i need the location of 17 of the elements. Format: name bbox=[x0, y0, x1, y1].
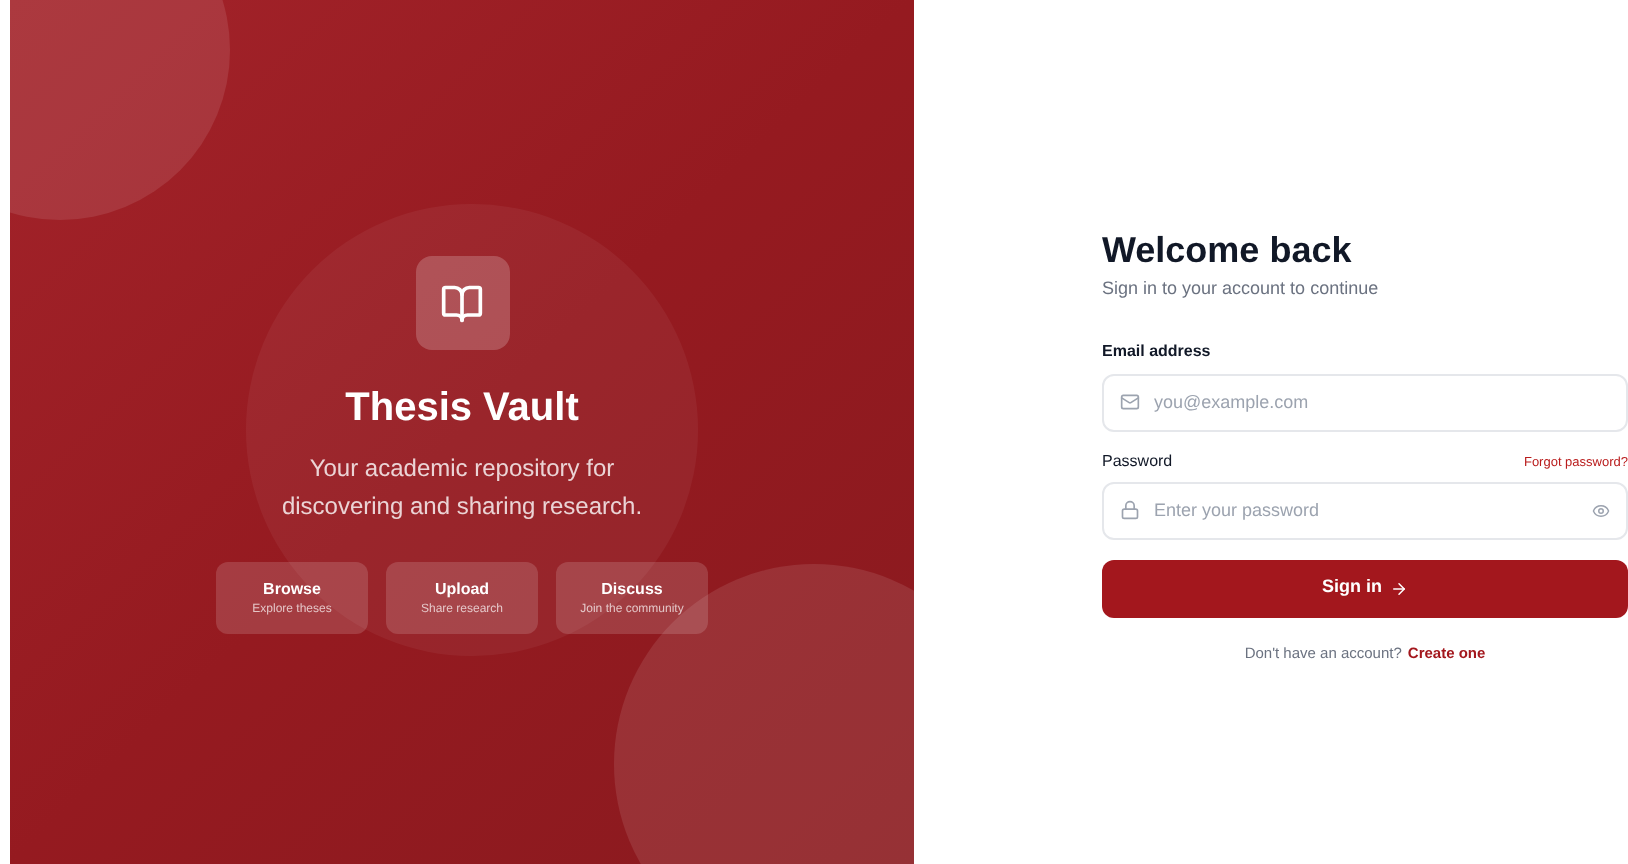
form-subtitle: Sign in to your account to continue bbox=[1102, 276, 1381, 302]
feature-title: Upload bbox=[434, 577, 490, 601]
sign-in-button[interactable]: Sign in bbox=[1102, 559, 1628, 617]
email-field[interactable]: you@example.com bbox=[1102, 373, 1628, 431]
feature-title: Discuss bbox=[601, 577, 663, 601]
book-icon bbox=[440, 281, 484, 325]
eye-icon[interactable] bbox=[1592, 501, 1610, 519]
tagline: Your academic repository for discovering and sharing research. bbox=[279, 452, 645, 524]
field-label: Password bbox=[1102, 449, 1173, 473]
form-title: Welcome back bbox=[1102, 228, 1354, 274]
field-label: Email address bbox=[1102, 339, 1213, 363]
feature-title: Browse bbox=[263, 577, 321, 601]
arrow-icon bbox=[1390, 579, 1408, 597]
app-title: Thesis Vault bbox=[345, 384, 579, 434]
lock-icon bbox=[1120, 500, 1140, 520]
password-field[interactable]: Enter your password bbox=[1102, 481, 1628, 539]
mail-icon bbox=[1120, 392, 1140, 412]
